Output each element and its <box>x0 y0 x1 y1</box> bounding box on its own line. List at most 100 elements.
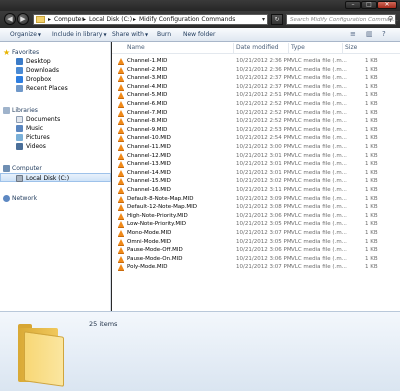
address-bar[interactable]: ▸ Computer ▸ Local Disk (C:) ▸ Midify Co… <box>33 14 268 25</box>
documents-icon <box>16 116 23 123</box>
file-size: 1 KB <box>365 144 378 150</box>
star-icon: ★ <box>3 48 11 57</box>
search-icon[interactable]: ⚲ <box>388 15 393 24</box>
file-row[interactable]: Channel-14.MID 10/21/2012 3:01 PM VLC medi… <box>112 169 400 178</box>
organize-label: Organize <box>10 31 37 38</box>
file-row[interactable]: Channel-6.MID 10/21/2012 2:52 PM VLC media… <box>112 100 400 109</box>
nav-item-recent-places[interactable]: Recent Places <box>0 84 111 93</box>
nav-item-pictures[interactable]: Pictures <box>0 133 111 142</box>
file-row[interactable]: Channel-9.MID 10/21/2012 2:53 PM VLC media… <box>112 126 400 135</box>
nav-favorites[interactable]: ★ Favorites <box>0 48 111 57</box>
nav-item-desktop[interactable]: Desktop <box>0 57 111 66</box>
file-row[interactable]: Channel-3.MID 10/21/2012 2:37 PM VLC media… <box>112 74 400 83</box>
file-row[interactable]: Channel-1.MID 10/21/2012 2:36 PM VLC media… <box>112 57 400 66</box>
vlc-file-icon <box>118 144 124 151</box>
change-view-icon[interactable]: ≡ <box>350 30 356 39</box>
preview-pane-icon[interactable]: ▥ <box>366 30 373 39</box>
column-divider[interactable] <box>342 43 343 53</box>
organize-button[interactable]: Organize▼ <box>10 31 41 39</box>
nav-network[interactable]: Network <box>0 194 111 203</box>
refresh-button[interactable]: ↻ <box>271 14 283 25</box>
nav-item-label: Music <box>26 125 44 132</box>
file-row[interactable]: Channel-4.MID 10/21/2012 2:37 PM VLC media… <box>112 83 400 92</box>
file-size: 1 KB <box>365 126 378 133</box>
file-name: Default-12-Note-Map.MID <box>127 204 198 211</box>
column-header-name[interactable]: Name <box>127 44 145 52</box>
file-row[interactable]: Channel-10.MID 10/21/2012 2:54 PM VLC medi… <box>112 134 400 143</box>
file-name: Channel-7.MID <box>127 109 168 116</box>
file-type: VLC media file (.m... <box>291 118 347 125</box>
file-row[interactable]: Pause-Mode-On.MID 10/21/2012 3:06 PM VLC m… <box>112 255 400 264</box>
file-row[interactable]: Channel-15.MID 10/21/2012 3:02 PM VLC medi… <box>112 177 400 186</box>
share-with-button[interactable]: Share with▼ <box>112 31 148 39</box>
help-icon[interactable]: ? <box>382 30 386 39</box>
burn-button[interactable]: Burn <box>157 31 171 39</box>
include-in-library-button[interactable]: Include in library▼ <box>52 31 107 39</box>
file-date-modified: 10/21/2012 2:54 PM <box>236 135 292 142</box>
file-date-modified: 10/21/2012 2:52 PM <box>236 109 292 116</box>
vlc-file-icon <box>118 230 124 237</box>
search-input[interactable]: Search Midify Configuration Comman... ⚲ <box>286 14 398 25</box>
videos-icon <box>16 143 23 150</box>
file-type: VLC media file (.m... <box>291 126 347 133</box>
nav-item-label: Local Disk (C:) <box>26 175 70 182</box>
navigation-pane: ★ Favorites Desktop Downloads Dropbox Re… <box>0 42 111 311</box>
file-row[interactable]: Channel-13.MID 10/21/2012 3:01 PM VLC medi… <box>112 160 400 169</box>
file-row[interactable]: Default-8-Note-Map.MID 10/21/2012 3:09 PM… <box>112 195 400 204</box>
file-name: Mono-Mode.MID <box>127 230 172 236</box>
nav-item-videos[interactable]: Videos <box>0 142 111 151</box>
minimize-button[interactable]: – <box>345 1 361 9</box>
file-row[interactable]: Pause-Mode-Off.MID 10/21/2012 3:06 PM VLC … <box>112 246 400 255</box>
address-history-dropdown[interactable]: ▾ <box>262 15 265 24</box>
libraries-icon <box>3 107 10 114</box>
file-row[interactable]: Channel-5.MID 10/21/2012 2:51 PM VLC media… <box>112 91 400 100</box>
column-divider[interactable] <box>233 43 234 53</box>
vlc-file-icon <box>118 92 124 100</box>
vlc-file-icon <box>118 101 124 108</box>
file-type: VLC media file (.m... <box>291 238 347 245</box>
file-row[interactable]: Default-12-Note-Map.MID 10/21/2012 3:08 P… <box>112 203 400 212</box>
maximize-button[interactable]: □ <box>361 1 377 9</box>
file-row[interactable]: Channel-16.MID 10/21/2012 3:11 PM VLC medi… <box>112 186 400 195</box>
breadcrumb-separator[interactable]: ▸ <box>83 16 86 24</box>
column-header-date[interactable]: Date modified <box>236 44 279 52</box>
new-folder-button[interactable]: New folder <box>183 31 215 39</box>
vlc-file-icon <box>118 135 124 143</box>
file-row[interactable]: Channel-8.MID 10/21/2012 2:52 PM VLC media… <box>112 117 400 126</box>
column-header-size[interactable]: Size <box>345 44 357 52</box>
file-row[interactable]: Channel-12.MID 10/21/2012 3:01 PM VLC medi… <box>112 152 400 161</box>
breadcrumb-local-disk[interactable]: Local Disk (C:) <box>89 16 132 24</box>
column-header-type[interactable]: Type <box>291 44 305 52</box>
file-row[interactable]: High-Note-Priority.MID 10/21/2012 3:06 PM… <box>112 212 400 221</box>
nav-item-downloads[interactable]: Downloads <box>0 66 111 75</box>
nav-item-documents[interactable]: Documents <box>0 115 111 124</box>
column-divider[interactable] <box>288 43 289 53</box>
breadcrumb-computer[interactable]: Computer <box>54 16 84 24</box>
file-row[interactable]: Mono-Mode.MID 10/21/2012 3:07 PM VLC media… <box>112 229 400 238</box>
close-button[interactable]: ✕ <box>377 1 397 9</box>
file-date-modified: 10/21/2012 2:37 PM <box>236 75 292 82</box>
nav-item-dropbox[interactable]: Dropbox <box>0 75 111 84</box>
vlc-file-icon <box>118 126 124 134</box>
nav-item-music[interactable]: Music <box>0 124 111 133</box>
file-type: VLC media file (.m... <box>291 135 347 142</box>
file-row[interactable]: Low-Note-Priority.MID 10/21/2012 3:05 PM V… <box>112 220 400 229</box>
file-row[interactable]: Poly-Mode.MID 10/21/2012 3:07 PM VLC media… <box>112 263 400 272</box>
breadcrumb-separator[interactable]: ▸ <box>133 16 136 24</box>
file-type: VLC media file (.m... <box>291 101 347 107</box>
file-row[interactable]: Channel-2.MID 10/21/2012 2:36 PM VLC media… <box>112 66 400 75</box>
chevron-down-icon: ▼ <box>144 32 149 37</box>
vlc-file-icon <box>118 109 124 117</box>
file-row[interactable]: Channel-7.MID 10/21/2012 2:52 PM VLC media… <box>112 109 400 118</box>
file-row[interactable]: Omni-Mode.MID 10/21/2012 3:05 PM VLC media… <box>112 238 400 247</box>
nav-computer[interactable]: Computer <box>0 164 111 173</box>
nav-libraries[interactable]: Libraries <box>0 106 111 115</box>
file-type: VLC media file (.m... <box>291 247 347 254</box>
back-button[interactable]: ◀ <box>4 13 16 25</box>
nav-item-local-disk[interactable]: Local Disk (C:) <box>0 173 111 182</box>
forward-button[interactable]: ▶ <box>17 13 29 25</box>
file-type: VLC media file (.m... <box>291 161 347 168</box>
breadcrumb-current-folder[interactable]: Midify Configuration Commands <box>139 16 235 24</box>
file-type: VLC media file (.m... <box>291 152 347 159</box>
file-row[interactable]: Channel-11.MID 10/21/2012 3:00 PM VLC medi… <box>112 143 400 152</box>
